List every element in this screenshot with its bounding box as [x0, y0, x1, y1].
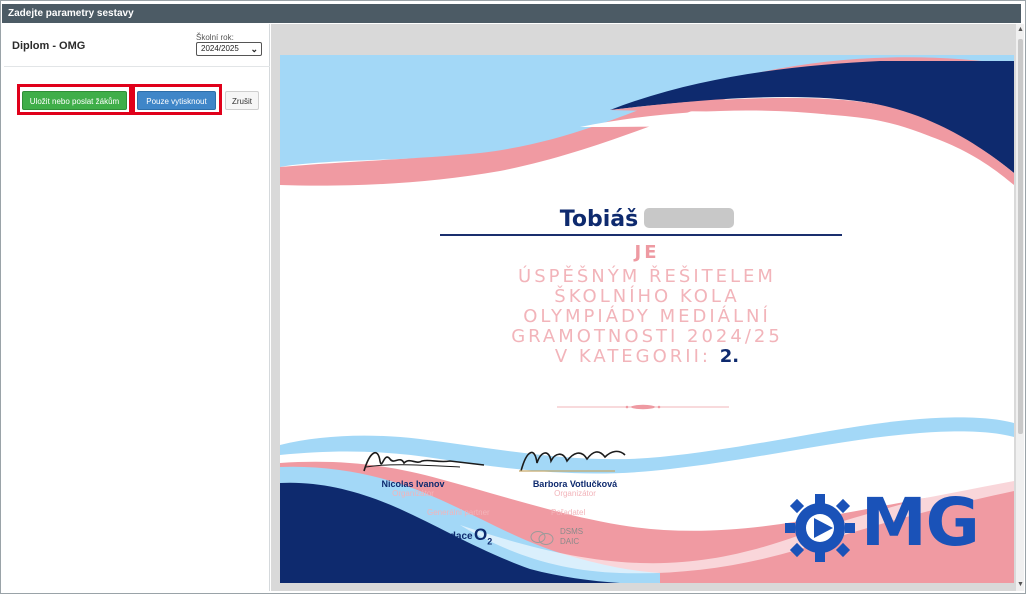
speech-bubbles-icon — [530, 531, 554, 545]
category-value: 2. — [719, 346, 740, 367]
dsms-text: DSMS — [560, 527, 584, 536]
general-partner-label: Generální partner — [427, 508, 490, 517]
achievement-line-2: ŠKOLNÍHO KOLA — [554, 286, 740, 307]
category-label: V KATEGORII: — [554, 346, 711, 367]
signatory-2-role: Organizátor — [554, 489, 596, 498]
school-year-label: Školní rok: — [196, 33, 234, 42]
dsms-daic-logo: DSMS DAIC — [530, 527, 596, 547]
nadace-label: Nadace — [437, 531, 473, 542]
o2-subscript: 2 — [487, 536, 493, 547]
dialog-window: Zadejte parametry sestavy Diplom - OMG Š… — [0, 0, 1026, 594]
cancel-button[interactable]: Zrušit — [225, 91, 259, 110]
redacted-surname — [644, 208, 735, 228]
school-year-value: 2024/2025 — [201, 44, 239, 53]
daic-text: DAIC — [560, 537, 580, 546]
name-underline — [440, 234, 842, 236]
category-line: V KATEGORII: 2. — [460, 347, 834, 367]
je-text: JE — [634, 242, 660, 263]
achievement-line-4: GRAMOTNOSTI 2024/25 — [511, 326, 783, 347]
ornament-divider — [557, 404, 729, 410]
scrollbar-thumb[interactable] — [1018, 39, 1023, 434]
signature-ivanov — [363, 451, 485, 472]
signatory-2: Barbora Votlučková Organizátor — [515, 479, 635, 498]
diploma-page: Tobiáš JE ÚSPĚŠNÝM ŘEŠITELEM ŠKOLNÍHO KO… — [280, 55, 1014, 583]
scroll-down-icon[interactable]: ▼ — [1017, 581, 1024, 588]
panel-divider — [4, 66, 270, 67]
o2-letter: O — [474, 525, 488, 544]
print-only-button[interactable]: Pouze vytisknout — [137, 91, 216, 110]
o2-logo: O2 — [474, 525, 492, 546]
achievement-line-1: ÚSPĚŠNÝM ŘEŠITELEM — [518, 266, 776, 287]
signatory-1-name: Nicolas Ivanov — [381, 479, 445, 489]
scroll-up-icon[interactable]: ▲ — [1017, 26, 1024, 33]
recipient-first-name: Tobiáš — [559, 207, 639, 232]
chevron-down-icon: ⌄ — [250, 44, 258, 54]
recipient-name-row: Tobiáš — [280, 207, 1014, 232]
save-or-send-button[interactable]: Uložit nebo poslat žákům — [22, 91, 127, 110]
report-title: Diplom - OMG — [12, 40, 86, 52]
signatory-2-name: Barbora Votlučková — [532, 479, 618, 489]
signatory-1: Nicolas Ivanov Organizátor — [358, 479, 468, 498]
signature-votluckova — [519, 450, 626, 472]
window-titlebar: Zadejte parametry sestavy — [2, 4, 1021, 23]
signatory-1-role: Organizátor — [392, 489, 434, 498]
organizer-label: Pořadatel — [551, 508, 586, 517]
achievement-line-3: OLYMPIÁDY MEDIÁLNÍ — [523, 306, 771, 327]
omg-gear-logo-icon — [785, 494, 855, 562]
school-year-select[interactable]: 2024/2025 ⌄ — [196, 42, 262, 56]
achievement-text: ÚSPĚŠNÝM ŘEŠITELEM ŠKOLNÍHO KOLA OLYMPIÁ… — [460, 267, 834, 367]
omg-logo-text: MG — [861, 484, 980, 561]
window-title: Zadejte parametry sestavy — [8, 8, 134, 19]
